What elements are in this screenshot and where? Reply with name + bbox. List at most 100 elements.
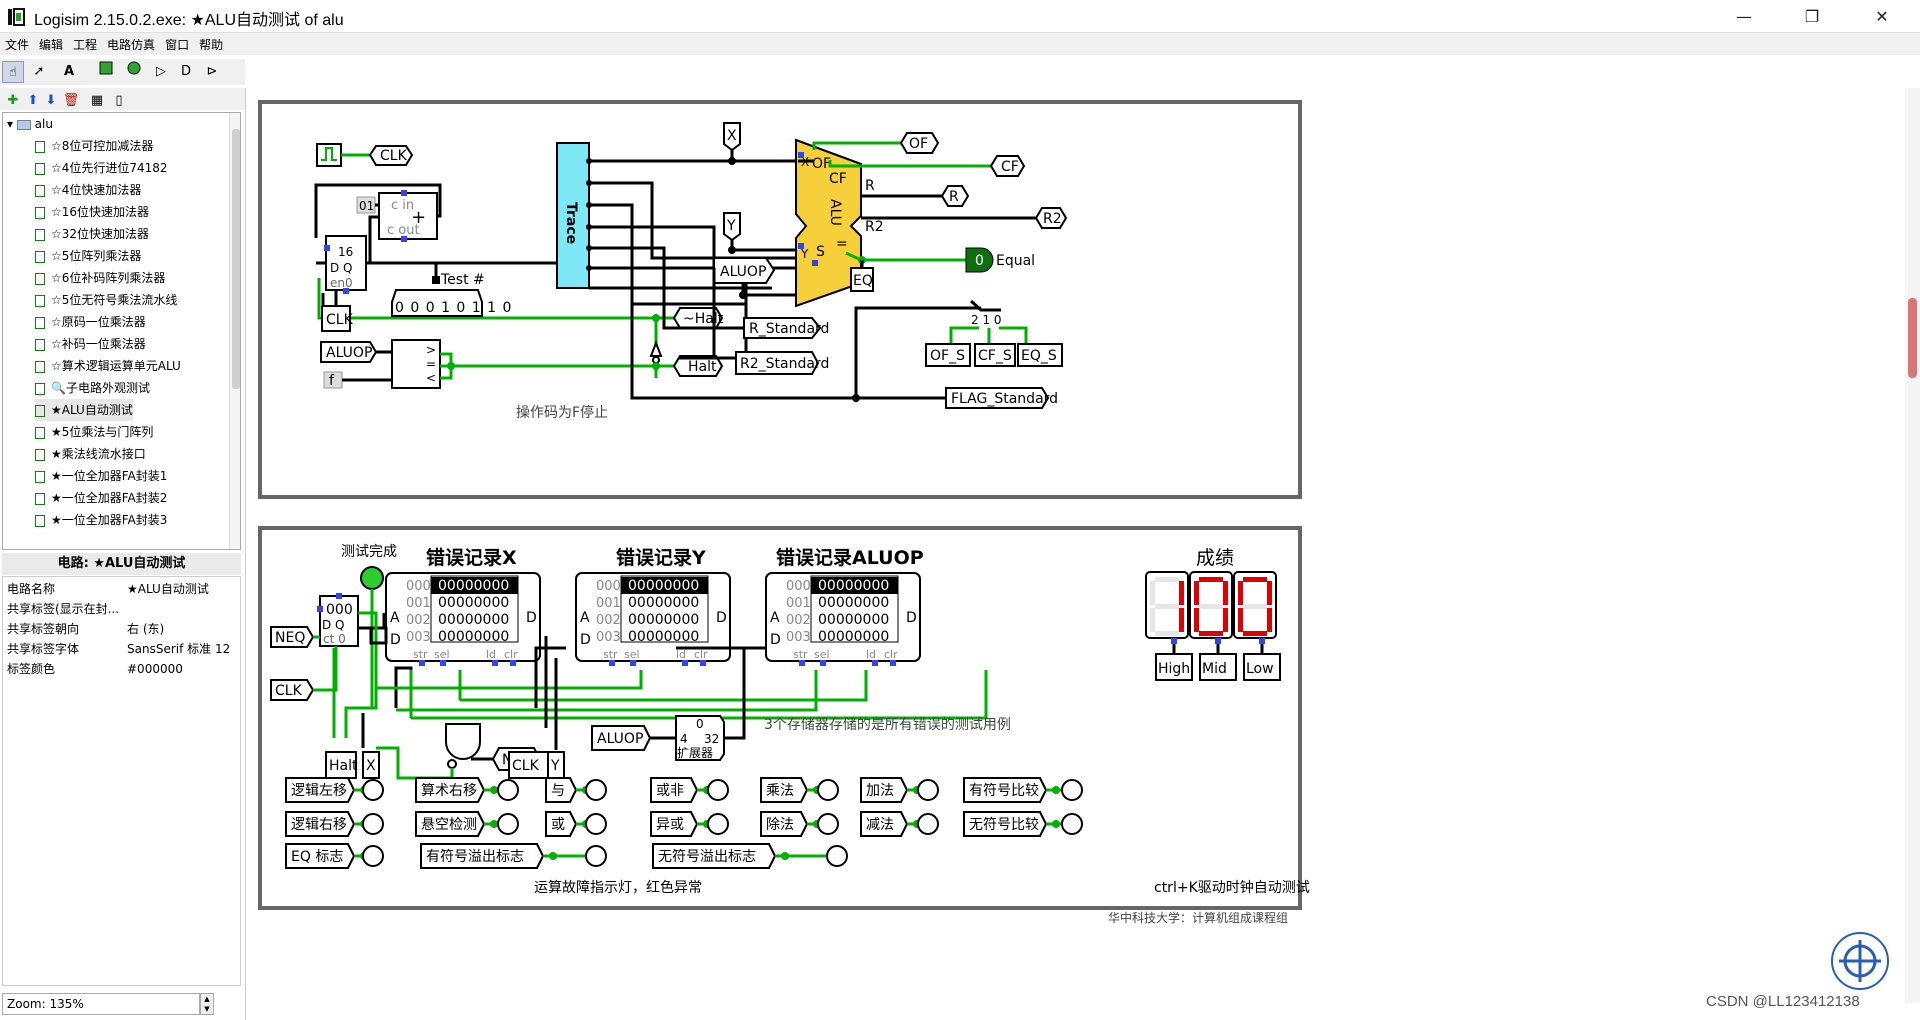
circuit-icon [35, 514, 45, 527]
ram-pin-label: sel [814, 648, 830, 661]
tree-item[interactable]: ★一位全加器FA封装2 [35, 487, 167, 509]
ext-out: 32 [704, 732, 719, 746]
input-pin-icon[interactable] [95, 61, 117, 83]
cmp-lt: < [426, 371, 436, 385]
property-value[interactable]: ★ALU自动测试 [127, 579, 209, 599]
segment [1238, 581, 1243, 605]
output-pin-icon[interactable] [123, 61, 145, 83]
indicator-led [1061, 813, 1083, 835]
svg-text:+: + [411, 207, 426, 228]
tree-item[interactable]: ☆16位快速加法器 [35, 201, 149, 223]
property-value[interactable]: SansSerif 标准 12 [127, 639, 230, 659]
menu-project[interactable]: 工程 [68, 33, 102, 53]
maximize-button[interactable]: ❐ [1783, 0, 1841, 33]
tree-item[interactable]: ☆4位快速加法器 [35, 179, 141, 201]
tree-item-label: ☆补码一位乘法器 [51, 337, 146, 351]
indicator-label: 或 [551, 817, 565, 833]
property-value[interactable]: 右 (东) [127, 619, 164, 639]
property-value[interactable]: #000000 [127, 659, 183, 679]
canvas-vertical-scrollbar[interactable] [1905, 88, 1920, 1003]
ram-a-port: A [770, 610, 780, 626]
arrow-select-icon[interactable]: ➚ [28, 61, 50, 83]
zoom-field[interactable]: Zoom: 135% [2, 993, 200, 1015]
text-tool-icon[interactable]: A [58, 61, 80, 83]
ram-data-cell: 00000000 [438, 612, 509, 628]
indicator-label: 与 [551, 783, 565, 799]
circuit-icon [35, 294, 45, 307]
canvas-scroll-thumb[interactable] [1908, 298, 1917, 378]
ram-pin-port [609, 660, 615, 666]
menu-edit[interactable]: 编辑 [34, 33, 68, 53]
ram-pin-port [440, 660, 446, 666]
layout-icon[interactable]: ▦ [86, 90, 108, 112]
clk-label-bottom-2: CLK [512, 758, 540, 774]
counter-dq: D Q [330, 261, 353, 275]
score-label: Mid [1202, 661, 1227, 677]
tree-item[interactable]: ☆5位阵列乘法器 [35, 245, 141, 267]
alu-y-port: Y [800, 247, 809, 261]
zoom-spinner[interactable]: ▲ ▼ [200, 993, 214, 1015]
menu-file[interactable]: 文件 [0, 33, 34, 53]
test-number-value: 0 0 0 1 0 1 1 0 [395, 300, 512, 316]
counter-clk-label: CLK [326, 312, 354, 328]
tree-item[interactable]: ☆8位可控加减法器 [35, 135, 153, 157]
tree-item[interactable]: 🔍子电路外观测试 [35, 377, 150, 399]
ram-a-port: A [580, 610, 590, 626]
tree-scrollbar[interactable] [229, 113, 240, 549]
tree-item[interactable]: ★一位全加器FA封装3 [35, 509, 167, 531]
not-gate-icon[interactable]: ▷ [150, 61, 172, 83]
circuit-icon [35, 250, 45, 263]
tree-item[interactable]: ☆4位先行进位74182 [35, 157, 168, 179]
hand-poke-icon[interactable]: ☝ [2, 61, 24, 83]
delete-circuit-icon[interactable]: 🗑 [60, 90, 82, 112]
tree-item[interactable]: ☆5位无符号乘法流水线 [35, 289, 177, 311]
tree-item[interactable]: ☆32位快速加法器 [35, 223, 149, 245]
tree-item[interactable]: ☆原码一位乘法器 [35, 311, 146, 333]
r-label: R [949, 189, 959, 205]
ram-data-cell: 00000000 [628, 578, 699, 594]
menu-simulate[interactable]: 电路仿真 [102, 33, 160, 53]
tree-item[interactable]: ★乘法线流水接口 [35, 443, 146, 465]
close-button[interactable]: ✕ [1853, 0, 1911, 33]
tree-item[interactable]: ★5位乘法与门阵列 [35, 421, 153, 443]
minimize-button[interactable]: — [1715, 0, 1773, 33]
segment [1267, 608, 1272, 632]
circuit-icon [35, 206, 45, 219]
appearance-icon[interactable]: ▯ [108, 90, 130, 112]
add-circuit-icon[interactable]: ✚ [2, 90, 24, 112]
ram-dout-port: D [526, 610, 537, 626]
indicator-led [817, 779, 839, 801]
score-title: 成绩 [1196, 547, 1234, 569]
circuit-icon [35, 162, 45, 175]
memory-note: 3个存储器存储的是所有错误的测试用例 [764, 717, 1011, 733]
circuit-icon [35, 426, 45, 439]
tree-item[interactable]: ★ALU自动测试 [35, 399, 133, 421]
segment [1267, 581, 1272, 605]
menu-window[interactable]: 窗口 [160, 33, 194, 53]
ram-address: 001 [596, 596, 621, 611]
tree-item[interactable]: ☆算术逻辑运算单元ALU [35, 355, 181, 377]
ram-pin-label: ld [866, 648, 876, 661]
indicator-led [917, 813, 939, 835]
tree-root[interactable]: ▾ alu [7, 113, 53, 135]
tree-item[interactable]: ☆补码一位乘法器 [35, 333, 146, 355]
indicator-label: 或非 [656, 783, 684, 799]
and-gate-icon[interactable]: D [175, 61, 197, 83]
x-label-bottom: X [366, 758, 376, 774]
move-down-icon[interactable]: ⬇ [40, 90, 62, 112]
segment [1194, 608, 1199, 632]
equal-label: Equal [996, 253, 1035, 269]
tree-scroll-thumb[interactable] [232, 129, 240, 389]
indicator-label: 逻辑左移 [291, 783, 347, 799]
locate-button[interactable] [1831, 932, 1889, 990]
segment [1199, 577, 1223, 582]
circuit-canvas[interactable]: .w{stroke:#000;stroke-width:3;fill:none}… [245, 88, 1920, 1020]
tree-item[interactable]: ☆6位补码阵列乘法器 [35, 267, 165, 289]
indicator-led [817, 813, 839, 835]
menu-help[interactable]: 帮助 [194, 33, 228, 53]
tree-item[interactable]: ★一位全加器FA封装1 [35, 465, 167, 487]
ram-data-cell: 00000000 [438, 578, 509, 594]
fault-note: 运算故障指示灯，红色异常 [534, 879, 702, 896]
segment [1223, 581, 1228, 605]
or-gate-icon[interactable]: ⊳ [201, 61, 223, 83]
